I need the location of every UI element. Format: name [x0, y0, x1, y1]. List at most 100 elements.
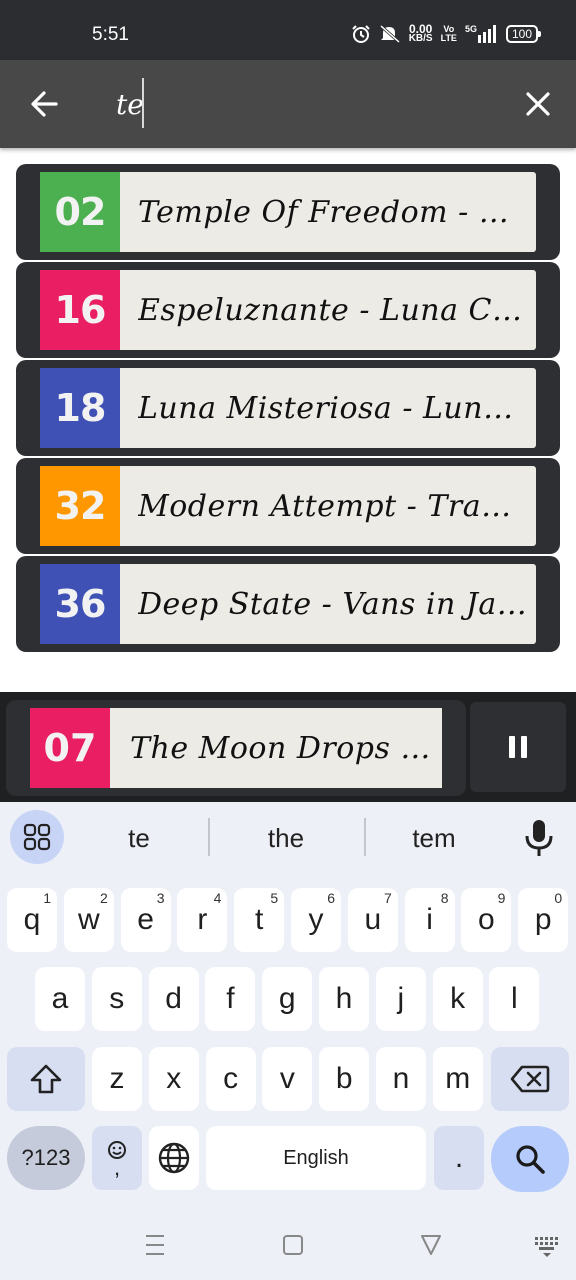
key-hint: 8: [440, 890, 449, 906]
key-label: z: [109, 1062, 125, 1095]
status-icons: 0.00 KB/S Vo LTE 5G 100: [351, 23, 542, 44]
suggestion-2[interactable]: the: [216, 816, 356, 860]
key-label: m: [445, 1062, 471, 1095]
key-k[interactable]: k: [432, 967, 483, 1031]
track-title: Luna Misteriosa - Luna Ca...: [138, 390, 528, 426]
key-n[interactable]: n: [376, 1047, 426, 1111]
key-r[interactable]: r4: [177, 888, 228, 952]
key-p[interactable]: p0: [518, 888, 569, 952]
key-y[interactable]: y6: [291, 888, 341, 952]
key-e[interactable]: e3: [120, 888, 171, 952]
track-title: Temple Of Freedom - Hanu ...: [138, 194, 528, 230]
key-hint: 7: [384, 890, 392, 906]
now-playing-track[interactable]: 07 The Moon Drops - N...: [6, 700, 466, 796]
key-q[interactable]: q1: [7, 888, 57, 952]
key-label: j: [397, 982, 405, 1015]
close-icon[interactable]: [520, 86, 556, 122]
keyboard-switch-icon[interactable]: [534, 1232, 560, 1258]
key-label: y: [308, 903, 324, 936]
key-j[interactable]: j: [375, 967, 426, 1031]
emoji-key[interactable]: ,: [92, 1126, 142, 1190]
key-u[interactable]: u7: [347, 888, 398, 952]
suggestion-3[interactable]: tem: [372, 816, 496, 860]
comma-label: ,: [113, 1155, 121, 1180]
key-hint: 5: [270, 890, 279, 906]
track-number: 18: [40, 368, 120, 448]
symbols-key[interactable]: ?123: [7, 1126, 85, 1190]
key-g[interactable]: g: [262, 967, 313, 1031]
suggestion-bar: te the tem: [0, 802, 576, 872]
shift-icon: [30, 1064, 62, 1094]
search-icon: [516, 1145, 545, 1174]
search-header: [0, 60, 576, 148]
key-label: s: [109, 982, 125, 1015]
back-icon[interactable]: [420, 1232, 442, 1258]
now-playing-title: The Moon Drops - N...: [130, 730, 434, 766]
space-key[interactable]: English: [206, 1126, 426, 1190]
key-l[interactable]: l: [489, 967, 540, 1031]
key-o[interactable]: o9: [461, 888, 512, 952]
key-label: q: [23, 903, 41, 936]
key-a[interactable]: a: [35, 967, 85, 1031]
period-key[interactable]: .: [434, 1126, 484, 1190]
mic-icon[interactable]: [522, 818, 556, 858]
key-w[interactable]: w2: [63, 888, 114, 952]
key-label: w: [77, 903, 100, 936]
key-label: x: [166, 1062, 182, 1095]
key-label: f: [226, 982, 235, 1015]
key-label: d: [165, 982, 182, 1015]
keyboard: te the tem ?123 , English . q 1 w 2 e 3 …: [0, 802, 576, 1280]
recents-icon[interactable]: [144, 1232, 166, 1258]
key-d[interactable]: d: [148, 967, 199, 1031]
key-v[interactable]: v: [262, 1047, 313, 1111]
suggestion-separator: [208, 818, 210, 856]
back-arrow-icon[interactable]: [26, 86, 62, 122]
key-hint: 4: [213, 890, 222, 906]
backspace-icon: [510, 1065, 550, 1093]
track-row[interactable]: 36 Deep State - Vans in Japan: [16, 556, 560, 652]
key-h[interactable]: h: [319, 967, 369, 1031]
now-playing-title-block: The Moon Drops - N...: [110, 708, 442, 788]
apps-grid-button[interactable]: [10, 810, 64, 864]
net-speed: 0.00 KB/S: [409, 23, 433, 44]
key-c[interactable]: c: [205, 1047, 256, 1111]
track-row[interactable]: 18 Luna Misteriosa - Luna Ca...: [16, 360, 560, 456]
key-i[interactable]: i8: [404, 888, 455, 952]
search-input[interactable]: [116, 78, 496, 130]
track-row[interactable]: 32 Modern Attempt - TrackTri...: [16, 458, 560, 554]
track-row[interactable]: 16 Espeluznante - Luna Cantina: [16, 262, 560, 358]
key-label: h: [335, 982, 353, 1015]
track-number: 16: [40, 270, 120, 350]
track-row[interactable]: 02 Temple Of Freedom - Hanu ...: [16, 164, 560, 260]
key-hint: 1: [43, 890, 51, 906]
search-key[interactable]: [491, 1126, 569, 1192]
track-title-block: Deep State - Vans in Japan: [120, 564, 536, 644]
text-caret: [142, 78, 144, 128]
mute-icon: [379, 24, 400, 44]
signal-icon: 5G: [465, 25, 498, 43]
key-hint: 2: [100, 890, 108, 906]
language-key[interactable]: [149, 1126, 199, 1190]
key-hint: 0: [554, 890, 563, 906]
alarm-icon: [351, 25, 370, 43]
backspace-key[interactable]: [491, 1047, 569, 1111]
key-s[interactable]: s: [91, 967, 142, 1031]
key-f[interactable]: f: [205, 967, 256, 1031]
key-label: u: [364, 903, 382, 936]
key-b[interactable]: b: [319, 1047, 370, 1111]
key-t[interactable]: t5: [234, 888, 285, 952]
suggestion-separator: [364, 818, 366, 856]
track-title-block: Temple Of Freedom - Hanu ...: [120, 172, 536, 252]
key-m[interactable]: m: [432, 1047, 483, 1111]
home-icon[interactable]: [282, 1232, 304, 1258]
suggestion-1[interactable]: te: [78, 816, 200, 860]
pause-button[interactable]: [470, 702, 566, 792]
key-label: b: [335, 1062, 353, 1095]
key-label: o: [478, 903, 495, 936]
key-x[interactable]: x: [148, 1047, 199, 1111]
track-number: 36: [40, 564, 120, 644]
shift-key[interactable]: [7, 1047, 85, 1111]
key-label: t: [255, 903, 264, 936]
key-z[interactable]: z: [92, 1047, 142, 1111]
track-number: 32: [40, 466, 120, 546]
